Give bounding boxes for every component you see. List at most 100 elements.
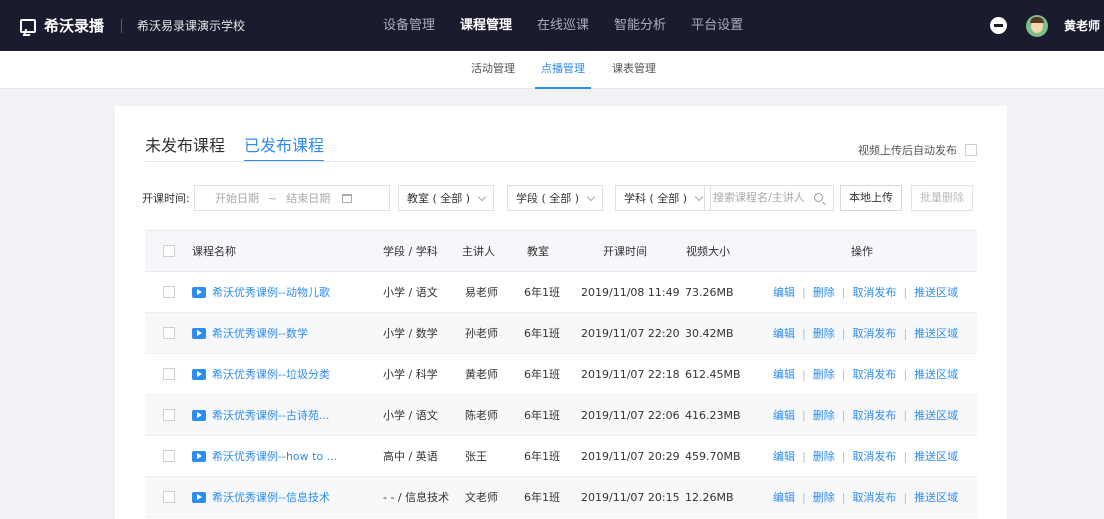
delete-link[interactable]: 删除 [813,366,835,382]
classroom-select[interactable]: 教室 ( 全部 ) [398,185,494,211]
course-name-cell[interactable]: 希沃优秀课例--how to ... [192,436,337,476]
search-input[interactable]: 搜索课程名/主讲人 [704,185,834,211]
actions-cell: 编辑 | 删除 | 取消发布 | 推送区域 [773,272,958,312]
nav-smart-analysis[interactable]: 智能分析 [614,0,666,51]
auto-publish-option[interactable]: 视频上传后自动发布 [858,142,977,158]
date-range-picker[interactable]: 开始日期 ~ 结束日期 [194,185,390,211]
action-separator: | [841,449,846,463]
unpublish-link[interactable]: 取消发布 [852,325,896,341]
course-name-link[interactable]: 希沃优秀课例--how to ... [212,448,337,464]
edit-link[interactable]: 编辑 [773,407,795,423]
delete-link[interactable]: 删除 [813,325,835,341]
delete-link[interactable]: 删除 [813,284,835,300]
school-name: 希沃易录课演示学校 [137,19,246,33]
classroom-select-value: 教室 ( 全部 ) [407,192,471,205]
row-checkbox[interactable] [163,409,175,421]
action-separator: | [903,326,908,340]
course-name-link[interactable]: 希沃优秀课例--动物儿歌 [212,284,330,300]
course-name-cell[interactable]: 希沃优秀课例--垃圾分类 [192,354,330,394]
main-nav: 设备管理 课程管理 在线巡课 智能分析 平台设置 [383,0,768,51]
subnav-vod-management[interactable]: 点播管理 [535,51,591,89]
teacher-cell: 陈老师 [465,409,498,422]
course-name-cell[interactable]: 希沃优秀课例--信息技术 [192,477,330,517]
table-header: 课程名称 学段 / 学科 主讲人 教室 开课时间 视频大小 操作 [145,230,977,272]
push-region-link[interactable]: 推送区域 [914,489,958,505]
size-cell: 416.23MB [685,408,741,422]
app-logo[interactable]: 希沃录播 [20,15,104,36]
col-actions: 操作 [851,245,873,258]
table-row: 希沃优秀课例--数学 小学 / 数学 孙老师 6年1班 2019/11/07 22:20… [145,313,977,354]
course-tabs: 未发布课程 已发布课程 [145,132,343,162]
push-region-link[interactable]: 推送区域 [914,284,958,300]
subnav-activity-management[interactable]: 活动管理 [471,51,515,89]
edit-link[interactable]: 编辑 [773,284,795,300]
nav-platform-settings[interactable]: 平台设置 [691,0,743,51]
delete-link[interactable]: 删除 [813,448,835,464]
end-date-input[interactable]: 结束日期 [286,190,330,206]
subject-select[interactable]: 学科 ( 全部 ) [615,185,711,211]
push-region-link[interactable]: 推送区域 [914,325,958,341]
course-name-cell[interactable]: 希沃优秀课例--数学 [192,313,308,353]
push-region-link[interactable]: 推送区域 [914,366,958,382]
col-stage-subject: 学段 / 学科 [383,245,438,258]
unpublish-link[interactable]: 取消发布 [852,366,896,382]
table-row: 希沃优秀课例--信息技术 - - / 信息技术 文老师 6年1班 2019/11/07 … [145,477,977,518]
actions-cell: 编辑 | 删除 | 取消发布 | 推送区域 [773,313,958,353]
tab-unpublished[interactable]: 未发布课程 [145,132,225,162]
video-icon [192,327,206,339]
unpublish-link[interactable]: 取消发布 [852,448,896,464]
nav-device-management[interactable]: 设备管理 [383,0,435,51]
course-name-link[interactable]: 希沃优秀课例--信息技术 [212,489,330,505]
chevron-down-icon [477,192,487,202]
teacher-cell: 文老师 [465,491,498,504]
delete-link[interactable]: 删除 [813,407,835,423]
classroom-cell: 6年1班 [524,450,560,463]
edit-link[interactable]: 编辑 [773,448,795,464]
teacher-cell: 张王 [465,450,487,463]
nav-course-management[interactable]: 课程管理 [460,0,512,51]
search-icon[interactable] [814,193,823,202]
row-checkbox[interactable] [163,491,175,503]
delete-link[interactable]: 删除 [813,489,835,505]
nav-online-patrol[interactable]: 在线巡课 [537,0,589,51]
start-date-input[interactable]: 开始日期 [215,190,259,206]
tab-published[interactable]: 已发布课程 [244,132,325,162]
auto-publish-checkbox[interactable] [965,144,977,156]
minus-circle-icon[interactable] [990,17,1007,34]
col-size: 视频大小 [686,245,730,258]
batch-delete-button[interactable]: 批量删除 [911,185,973,211]
local-upload-button[interactable]: 本地上传 [840,185,902,211]
push-region-link[interactable]: 推送区域 [914,448,958,464]
course-name-link[interactable]: 希沃优秀课例--古诗苑... [212,407,329,423]
edit-link[interactable]: 编辑 [773,325,795,341]
select-all-checkbox[interactable] [163,245,175,257]
course-name-cell[interactable]: 希沃优秀课例--古诗苑... [192,395,329,435]
stage-select-value: 学段 ( 全部 ) [516,192,580,205]
unpublish-link[interactable]: 取消发布 [852,489,896,505]
filter-bar: 开课时间: 开始日期 ~ 结束日期 教室 ( 全部 ) 学段 ( 全部 ) 学科… [142,185,982,211]
push-region-link[interactable]: 推送区域 [914,407,958,423]
stage-subject-cell: 小学 / 科学 [383,368,438,381]
edit-link[interactable]: 编辑 [773,366,795,382]
col-time: 开课时间 [603,245,647,258]
course-name-cell[interactable]: 希沃优秀课例--动物儿歌 [192,272,330,312]
subnav-schedule-management[interactable]: 课表管理 [612,51,656,89]
username[interactable]: 黄老师 [1064,17,1104,34]
row-checkbox[interactable] [163,327,175,339]
row-checkbox[interactable] [163,450,175,462]
action-separator: | [802,449,806,463]
course-name-link[interactable]: 希沃优秀课例--垃圾分类 [212,366,330,382]
action-separator: | [802,285,806,299]
action-separator: | [841,367,846,381]
avatar[interactable] [1026,14,1048,37]
unpublish-link[interactable]: 取消发布 [852,407,896,423]
date-filter-label: 开课时间: [142,192,190,205]
unpublish-link[interactable]: 取消发布 [852,284,896,300]
row-checkbox[interactable] [163,368,175,380]
edit-link[interactable]: 编辑 [773,489,795,505]
row-checkbox[interactable] [163,286,175,298]
stage-select[interactable]: 学段 ( 全部 ) [507,185,603,211]
course-name-link[interactable]: 希沃优秀课例--数学 [212,325,308,341]
sub-nav: 活动管理 点播管理 课表管理 [0,51,1104,89]
actions-cell: 编辑 | 删除 | 取消发布 | 推送区域 [773,395,958,435]
